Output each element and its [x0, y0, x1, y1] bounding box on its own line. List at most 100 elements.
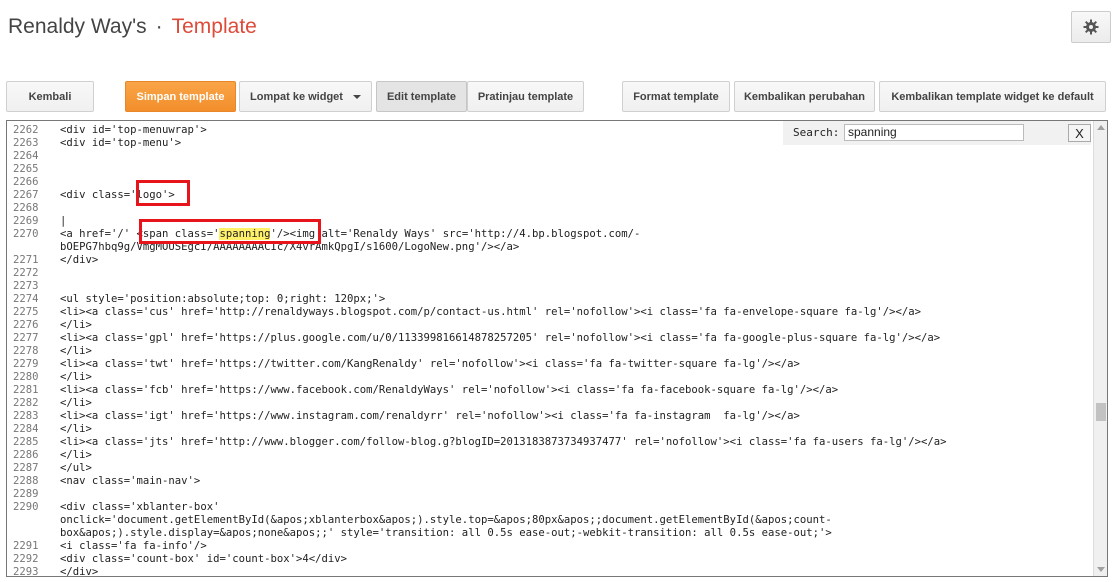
line-number: 2267 [13, 189, 39, 201]
line-number: 2266 [13, 176, 39, 188]
code-line[interactable]: 2277 <li><a class='gpl' href='https://plu… [7, 332, 1095, 345]
line-code: </ul> [60, 462, 92, 474]
line-number: 2264 [13, 150, 39, 162]
line-number: 2275 [13, 306, 39, 318]
line-number: 2280 [13, 371, 39, 383]
line-code: <div id='top-menuwrap'> [60, 124, 207, 136]
code-line[interactable]: 2290 <div class='xblanter-box' [7, 501, 1095, 514]
code-line[interactable]: 2289 [7, 488, 1095, 501]
save-template-button[interactable]: Simpan template [125, 81, 236, 112]
code-line[interactable]: 2284 </li> [7, 423, 1095, 436]
format-template-button[interactable]: Format template [622, 81, 730, 112]
code-line[interactable]: 2288 <nav class='main-nav'> [7, 475, 1095, 488]
line-number: 2289 [13, 488, 39, 500]
code-line[interactable]: box&apos;).style.display=&apos;none&apos… [7, 527, 1095, 540]
chevron-down-icon [352, 94, 361, 99]
code-line[interactable]: 2272 [7, 267, 1095, 280]
code-line[interactable]: 2287 </ul> [7, 462, 1095, 475]
line-number: 2277 [13, 332, 39, 344]
code-segment: '/><img alt='Renaldy Ways' src='http://4… [270, 228, 641, 240]
scroll-up-arrow-icon[interactable] [1097, 125, 1105, 130]
search-input[interactable]: spanning [844, 124, 1024, 141]
line-code: <li><a class='gpl' href='https://plus.go… [60, 332, 941, 344]
line-code: <li><a class='cus' href='http://renaldyw… [60, 306, 922, 318]
code-line[interactable]: 2275 <li><a class='cus' href='http://rena… [7, 306, 1095, 319]
line-code: </li> [60, 371, 92, 383]
code-line[interactable]: 2293 </div> [7, 566, 1095, 576]
back-button[interactable]: Kembali [6, 81, 94, 112]
line-code: <i class='fa fa-info'/> [60, 540, 207, 552]
vertical-scrollbar[interactable] [1093, 121, 1107, 576]
page-title: Renaldy Way's · Template [8, 15, 257, 39]
line-code: <div class='count-box' id='count-box'>4<… [60, 553, 348, 565]
code-line[interactable]: 2271 </div> [7, 254, 1095, 267]
edit-template-tab[interactable]: Edit template [376, 81, 467, 112]
revert-widget-default-button[interactable]: Kembalikan template widget ke default [879, 81, 1106, 112]
code-line[interactable]: 2274 <ul style='position:absolute;top: 0;… [7, 293, 1095, 306]
title-separator: · [155, 15, 163, 38]
line-code: </li> [60, 397, 92, 409]
preview-template-tab[interactable]: Pratinjau template [467, 81, 584, 112]
code-line[interactable]: 2279 <li><a class='twt' href='https://twi… [7, 358, 1095, 371]
line-number: 2282 [13, 397, 39, 409]
line-number: 2262 [13, 124, 39, 136]
search-close-button[interactable]: X [1068, 124, 1091, 142]
site-name[interactable]: Renaldy Way's [8, 15, 147, 38]
line-number: 2285 [13, 436, 39, 448]
code-editor[interactable]: 2262 <div id='top-menuwrap'> 2263 <div id='… [6, 120, 1108, 577]
code-line[interactable]: 2291 <i class='fa fa-info'/> [7, 540, 1095, 553]
line-code: </li> [60, 319, 92, 331]
line-number: 2268 [13, 202, 39, 214]
line-code: </div> [60, 254, 99, 266]
gear-icon [1083, 19, 1099, 35]
code-line[interactable]: 2276 </li> [7, 319, 1095, 332]
settings-button[interactable] [1071, 11, 1111, 43]
jump-to-widget-label: Lompat ke widget [250, 90, 343, 103]
line-code: </li> [60, 345, 92, 357]
line-number: 2290 [13, 501, 39, 513]
line-number: 2283 [13, 410, 39, 422]
page-name: Template [171, 15, 257, 38]
code-line[interactable]: 2273 [7, 280, 1095, 293]
line-number: 2263 [13, 137, 39, 149]
line-code: <li><a class='igt' href='https://www.ins… [60, 410, 800, 422]
code-line[interactable]: 2278 </li> [7, 345, 1095, 358]
search-bar: Search: spanning X [783, 121, 1091, 145]
line-code: <li><a class='twt' href='https://twitter… [60, 358, 800, 370]
scrollbar-thumb[interactable] [1096, 403, 1106, 421]
code-line[interactable]: 2265 [7, 163, 1095, 176]
jump-to-widget-dropdown[interactable]: Lompat ke widget [239, 81, 372, 112]
scroll-down-arrow-icon[interactable] [1097, 567, 1105, 572]
line-code: <ul style='position:absolute;top: 0;righ… [60, 293, 386, 305]
code-line[interactable]: 2281 <li><a class='fcb' href='https://www… [7, 384, 1095, 397]
line-code: <div class='xblanter-box' [60, 501, 220, 513]
line-code: onclick='document.getElementById(&apos;x… [60, 514, 832, 526]
code-line[interactable]: 2286 </li> [7, 449, 1095, 462]
code-line[interactable]: 2280 </li> [7, 371, 1095, 384]
line-code: <div id='top-menu'> [60, 137, 182, 149]
line-number: 2279 [13, 358, 39, 370]
code-line[interactable]: 2283 <li><a class='igt' href='https://www… [7, 410, 1095, 423]
line-number: 2284 [13, 423, 39, 435]
line-number: 2273 [13, 280, 39, 292]
code-line[interactable]: 2264 [7, 150, 1095, 163]
code-line[interactable]: 2292 <div class='count-box' id='count-box… [7, 553, 1095, 566]
line-number: 2274 [13, 293, 39, 305]
line-number: 2286 [13, 449, 39, 461]
revert-changes-button[interactable]: Kembalikan perubahan [734, 81, 875, 112]
app-header: Renaldy Way's · Template [0, 0, 1119, 58]
line-number: 2278 [13, 345, 39, 357]
code-line[interactable]: 2282 </li> [7, 397, 1095, 410]
line-number: 2291 [13, 540, 39, 552]
code-line[interactable]: 2285 <li><a class='jts' href='http://www.… [7, 436, 1095, 449]
line-number: 2292 [13, 553, 39, 565]
annotation-box-logo [136, 180, 190, 206]
line-code: <li><a class='jts' href='http://www.blog… [60, 436, 947, 448]
line-number: 2272 [13, 267, 39, 279]
line-number: 2276 [13, 319, 39, 331]
line-code: box&apos;).style.display=&apos;none&apos… [60, 527, 832, 539]
line-number: 2281 [13, 384, 39, 396]
search-label: Search: [793, 126, 840, 139]
line-code: <nav class='main-nav'> [60, 475, 201, 487]
code-line[interactable]: onclick='document.getElementById(&apos;x… [7, 514, 1095, 527]
